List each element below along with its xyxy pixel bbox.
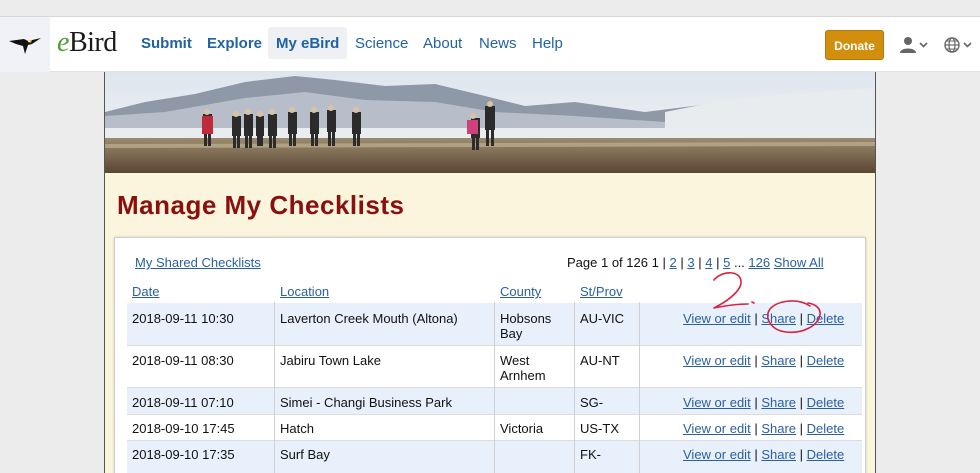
cell-date: 2018-09-11 07:10 [132,395,234,410]
cell-date: 2018-09-11 08:30 [132,353,234,368]
action-sep: | [754,421,758,436]
cell-county: Bay [500,326,523,341]
action-sep: | [754,447,758,462]
cell-state: AU-VIC [580,311,625,326]
column-header-location[interactable]: Location [280,284,329,299]
nav-science[interactable]: Science [347,27,416,59]
cell-state: SG- [580,395,604,410]
delete-link[interactable]: Delete [807,421,845,436]
action-sep: | [799,421,804,436]
pagination-sep: | [680,255,684,270]
nav-help[interactable]: Help [524,27,571,59]
share-link[interactable]: Share [761,447,796,462]
pagination: Page 1 of 126 1 | 2 | 3 | 4 | 5 ... 126 … [567,255,824,270]
action-sep: | [754,353,758,368]
column-divider [274,302,275,473]
cell-county: Arnhem [500,368,546,383]
pagination-sep: | [698,255,702,270]
nav-submit[interactable]: Submit [133,27,200,59]
page-link-5[interactable]: 5 [723,255,730,270]
nav-my-ebird[interactable]: My eBird [268,27,348,59]
banner-image [105,72,875,173]
column-header-date[interactable]: Date [132,284,159,299]
page-link-last[interactable]: 126 [748,255,770,270]
cell-date: 2018-09-10 17:45 [132,421,235,436]
cell-state: US-TX [580,421,619,436]
nav-explore[interactable]: Explore [199,27,270,59]
cell-county: West [500,353,530,368]
logo-box[interactable] [0,17,50,72]
cell-date: 2018-09-10 17:35 [132,447,235,462]
column-divider [574,302,575,473]
delete-link[interactable]: Delete [807,311,845,326]
my-shared-checklists-link[interactable]: My Shared Checklists [135,255,261,270]
pagination-summary: Page 1 of 126 [567,255,648,270]
show-all-link[interactable]: Show All [774,255,824,270]
pagination-sep: | [662,255,666,270]
share-link[interactable]: Share [761,311,796,326]
column-header-county[interactable]: County [500,284,541,299]
cell-location: Hatch [280,421,314,436]
pagination-sep: | [716,255,720,270]
page-link-3[interactable]: 3 [687,255,694,270]
action-sep: | [799,395,804,410]
share-link[interactable]: Share [761,421,796,436]
view-or-edit-link[interactable]: View or edit [683,311,751,326]
view-or-edit-link[interactable]: View or edit [683,395,751,410]
row-actions: View or edit | Share | Delete [683,421,844,436]
browser-top-strip [0,0,980,17]
cell-location: Laverton Creek Mouth (Altona) [280,311,458,326]
column-header-state[interactable]: St/Prov [580,284,623,299]
view-or-edit-link[interactable]: View or edit [683,447,751,462]
column-divider [494,302,495,473]
logo-prefix: e [57,27,69,58]
view-or-edit-link[interactable]: View or edit [683,421,751,436]
cell-location: Simei - Changi Business Park [280,395,452,410]
action-sep: | [799,353,804,368]
page-link-4[interactable]: 4 [705,255,712,270]
row-actions: View or edit | Share | Delete [683,311,844,326]
cell-state: FK- [580,447,601,462]
cell-county: Victoria [500,421,544,436]
cell-location: Jabiru Town Lake [280,353,381,368]
cell-date: 2018-09-11 10:30 [132,311,234,326]
user-icon[interactable] [899,36,929,54]
nav-about[interactable]: About [415,27,470,59]
view-or-edit-link[interactable]: View or edit [683,353,751,368]
action-sep: | [799,447,804,462]
content-border-right [875,72,876,473]
delete-link[interactable]: Delete [807,353,845,368]
action-sep: | [754,395,758,410]
column-divider [639,302,640,473]
top-navigation: eBird Submit Explore My eBird Science Ab… [0,17,980,72]
share-link[interactable]: Share [761,395,796,410]
action-sep: | [799,311,804,326]
page-title: Manage My Checklists [117,190,405,220]
logo-suffix: Bird [68,27,117,58]
donate-button[interactable]: Donate [825,30,884,60]
nav-news[interactable]: News [471,27,525,59]
pagination-current: 1 [651,255,659,270]
pagination-ellipsis: ... [733,255,745,270]
cell-county: Hobsons [500,311,552,326]
delete-link[interactable]: Delete [807,395,845,410]
page-link-2[interactable]: 2 [669,255,676,270]
action-sep: | [754,311,758,326]
ebird-logo-wordmark[interactable]: eBird [57,27,117,59]
row-actions: View or edit | Share | Delete [683,353,844,368]
delete-link[interactable]: Delete [807,447,845,462]
row-actions: View or edit | Share | Delete [683,395,844,410]
cell-location: Surf Bay [280,447,330,462]
globe-icon[interactable] [943,36,975,54]
row-actions: View or edit | Share | Delete [683,447,844,462]
cell-state: AU-NT [580,353,620,368]
share-link[interactable]: Share [761,353,796,368]
bird-logo-icon [9,38,41,54]
